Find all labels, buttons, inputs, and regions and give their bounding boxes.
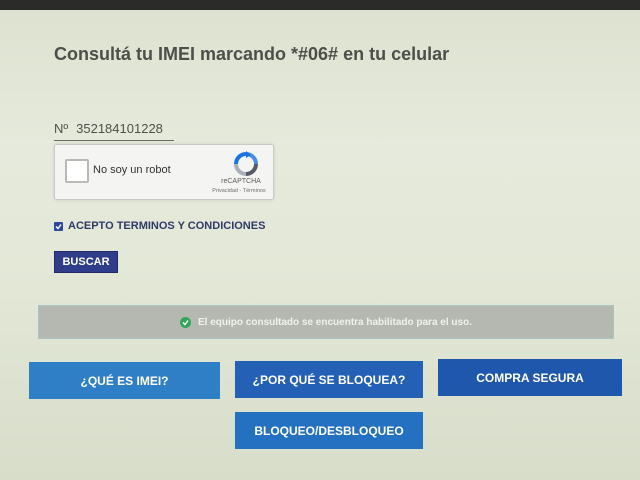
block-unblock-button[interactable]: BLOQUEO/DESBLOQUEO [235,412,423,449]
terms-label: ACEPTO TERMINOS Y CONDICIONES [68,220,266,232]
monitor-bezel [0,0,640,10]
recaptcha-widget: No soy un robot reCAPTCHA Privacidad - T… [54,144,274,200]
result-banner: El equipo consultado se encuentra habili… [38,305,614,339]
recaptcha-label: No soy un robot [93,164,171,176]
check-circle-icon [180,316,192,328]
imei-input[interactable]: Nº 352184101228 [54,116,174,141]
terms-checkbox[interactable]: ACEPTO TERMINOS Y CONDICIONES [54,220,265,232]
page: Consultá tu IMEI marcando *#06# en tu ce… [0,10,640,480]
imei-value: 352184101228 [76,120,163,136]
recaptcha-checkbox[interactable] [65,159,89,183]
recaptcha-links[interactable]: Privacidad - Términos [205,188,273,194]
search-button[interactable]: BUSCAR [54,251,118,273]
result-message: El equipo consultado se encuentra habili… [198,316,472,328]
imei-prefix: Nº [54,120,69,136]
why-blocked-button[interactable]: ¿POR QUÉ SE BLOQUEA? [235,361,423,398]
what-is-imei-button[interactable]: ¿QUÉ ES IMEI? [29,362,220,399]
recaptcha-brand: reCAPTCHA [221,178,261,185]
recaptcha-logo-icon [234,151,258,176]
page-title: Consultá tu IMEI marcando *#06# en tu ce… [54,44,450,64]
checkbox-checked-icon[interactable] [54,221,63,231]
safe-purchase-button[interactable]: COMPRA SEGURA [438,359,622,396]
